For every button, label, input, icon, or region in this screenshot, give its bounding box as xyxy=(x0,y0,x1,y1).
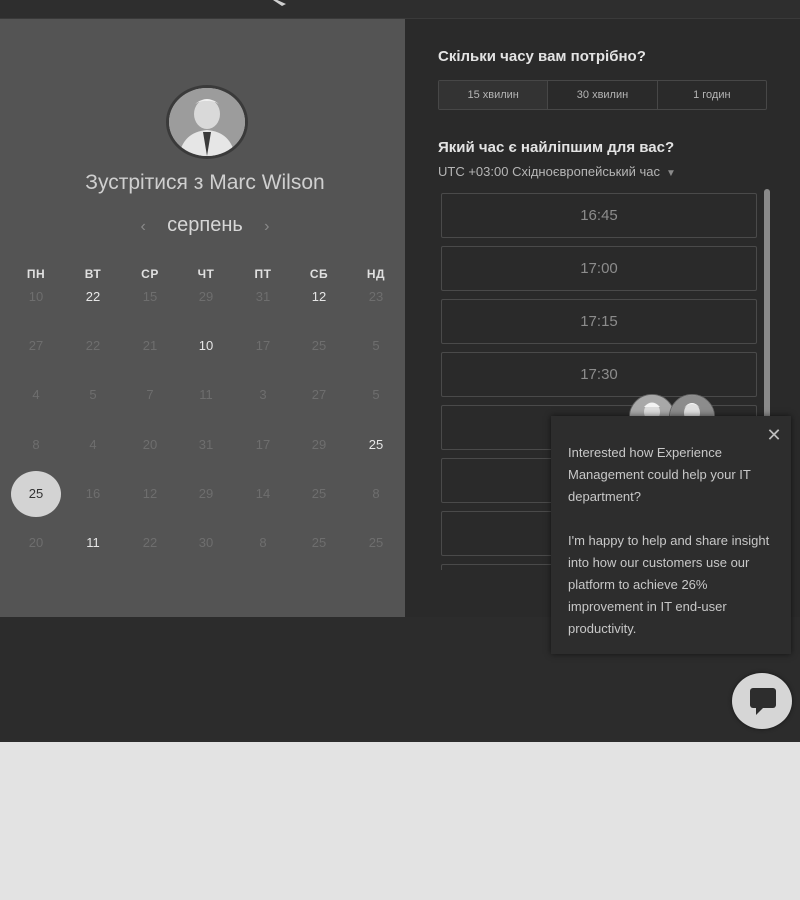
timezone-dropdown[interactable]: UTC +03:00 Східноєвропейський час ▼ xyxy=(438,164,676,179)
calendar-day[interactable]: 20 xyxy=(8,532,64,554)
top-bar xyxy=(0,0,800,19)
time-question: Який час є найліпшим для вас? xyxy=(438,139,675,156)
calendar-day[interactable]: 8 xyxy=(8,434,64,456)
time-slot-button[interactable]: 16:45 xyxy=(441,193,757,238)
weekday-label: ЧТ xyxy=(197,267,215,281)
duration-option[interactable]: 1 годин xyxy=(658,81,766,109)
calendar-day[interactable]: 4 xyxy=(65,434,121,456)
calendar-day[interactable]: 23 xyxy=(348,286,404,308)
weekday-label: ПН xyxy=(26,267,46,281)
calendar-day[interactable]: 3 xyxy=(235,384,291,406)
chat-bubble-icon xyxy=(750,688,776,715)
calendar-day[interactable]: 17 xyxy=(235,434,291,456)
calendar-day[interactable]: 11 xyxy=(65,532,121,554)
chat-popup: ✕ Interested how Experience Management c… xyxy=(551,416,791,654)
calendar-day[interactable]: 10 xyxy=(8,286,64,308)
chat-message-line-1: Interested how Experience Management cou… xyxy=(568,445,751,504)
brand-logo-icon xyxy=(273,0,286,6)
calendar-day[interactable]: 25 xyxy=(291,335,347,357)
calendar-day[interactable]: 27 xyxy=(291,384,347,406)
chat-message-line-2: I'm happy to help and share insight into… xyxy=(568,533,770,636)
calendar-day[interactable]: 25 xyxy=(291,532,347,554)
calendar-day[interactable]: 30 xyxy=(178,532,234,554)
calendar-day[interactable]: 29 xyxy=(178,483,234,505)
duration-question: Скільки часу вам потрібно? xyxy=(438,48,646,65)
calendar-day[interactable]: 11 xyxy=(178,384,234,406)
calendar-panel: Зустрітися з Marc Wilson ‹ серпень › ПН ВТ С… xyxy=(0,19,405,617)
weekday-label: ВТ xyxy=(84,267,102,281)
calendar-day[interactable]: 25 xyxy=(348,532,404,554)
calendar-day[interactable]: 5 xyxy=(348,335,404,357)
calendar-day[interactable]: 25 xyxy=(348,434,404,456)
calendar-day[interactable]: 22 xyxy=(122,532,178,554)
calendar-day[interactable]: 12 xyxy=(122,483,178,505)
calendar-day[interactable]: 29 xyxy=(291,434,347,456)
calendar-day[interactable]: 31 xyxy=(178,434,234,456)
month-label: серпень xyxy=(167,214,243,236)
timezone-label: UTC +03:00 Східноєвропейський час xyxy=(438,164,660,179)
chat-message: Interested how Experience Management cou… xyxy=(568,442,776,662)
calendar-day[interactable]: 29 xyxy=(178,286,234,308)
calendar-day[interactable]: 31 xyxy=(235,286,291,308)
weekday-label: СР xyxy=(141,267,159,281)
duration-selector: 15 хвилин 30 хвилин 1 годин xyxy=(438,80,767,110)
month-navigator: ‹ серпень › xyxy=(0,214,410,237)
calendar-day[interactable]: 5 xyxy=(348,384,404,406)
calendar-day[interactable]: 22 xyxy=(65,335,121,357)
time-slot-button[interactable]: 17:00 xyxy=(441,246,757,291)
calendar-day[interactable]: 22 xyxy=(65,286,121,308)
calendar-day[interactable]: 10 xyxy=(178,335,234,357)
calendar-day[interactable]: 17 xyxy=(235,335,291,357)
duration-option[interactable]: 15 хвилин xyxy=(439,81,549,109)
chat-launcher-button[interactable] xyxy=(732,673,792,729)
weekday-label: ПТ xyxy=(254,267,272,281)
host-avatar xyxy=(166,85,248,159)
chevron-right-icon[interactable]: › xyxy=(255,218,279,236)
calendar-day[interactable]: 8 xyxy=(235,532,291,554)
calendar-day[interactable]: 27 xyxy=(8,335,64,357)
calendar-day[interactable]: 8 xyxy=(348,483,404,505)
calendar-day[interactable]: 16 xyxy=(65,483,121,505)
calendar-day[interactable]: 5 xyxy=(65,384,121,406)
calendar-day-selected[interactable]: 25 xyxy=(11,471,61,517)
booking-app: Зустрітися з Marc Wilson ‹ серпень › ПН ВТ С… xyxy=(0,0,800,742)
calendar-day[interactable]: 7 xyxy=(122,384,178,406)
duration-option[interactable]: 30 хвилин xyxy=(548,81,658,109)
weekday-label: СБ xyxy=(309,267,329,281)
calendar-day[interactable]: 12 xyxy=(291,286,347,308)
calendar-day[interactable]: 15 xyxy=(122,286,178,308)
scroll-thumb[interactable] xyxy=(764,189,770,424)
calendar-day[interactable]: 21 xyxy=(122,335,178,357)
caret-down-icon: ▼ xyxy=(665,168,676,179)
weekday-label: НД xyxy=(366,267,386,281)
calendar-day[interactable]: 20 xyxy=(122,434,178,456)
calendar-day[interactable]: 25 xyxy=(291,483,347,505)
meeting-title: Зустрітися з Marc Wilson xyxy=(85,171,325,194)
chevron-left-icon[interactable]: ‹ xyxy=(131,218,155,236)
calendar-day[interactable]: 14 xyxy=(235,483,291,505)
time-slot-button[interactable]: 17:15 xyxy=(441,299,757,344)
time-slot-button[interactable]: 17:30 xyxy=(441,352,757,397)
calendar-day[interactable]: 4 xyxy=(8,384,64,406)
weekday-header: ПН ВТ СР ЧТ ПТ СБ НД xyxy=(8,267,404,287)
